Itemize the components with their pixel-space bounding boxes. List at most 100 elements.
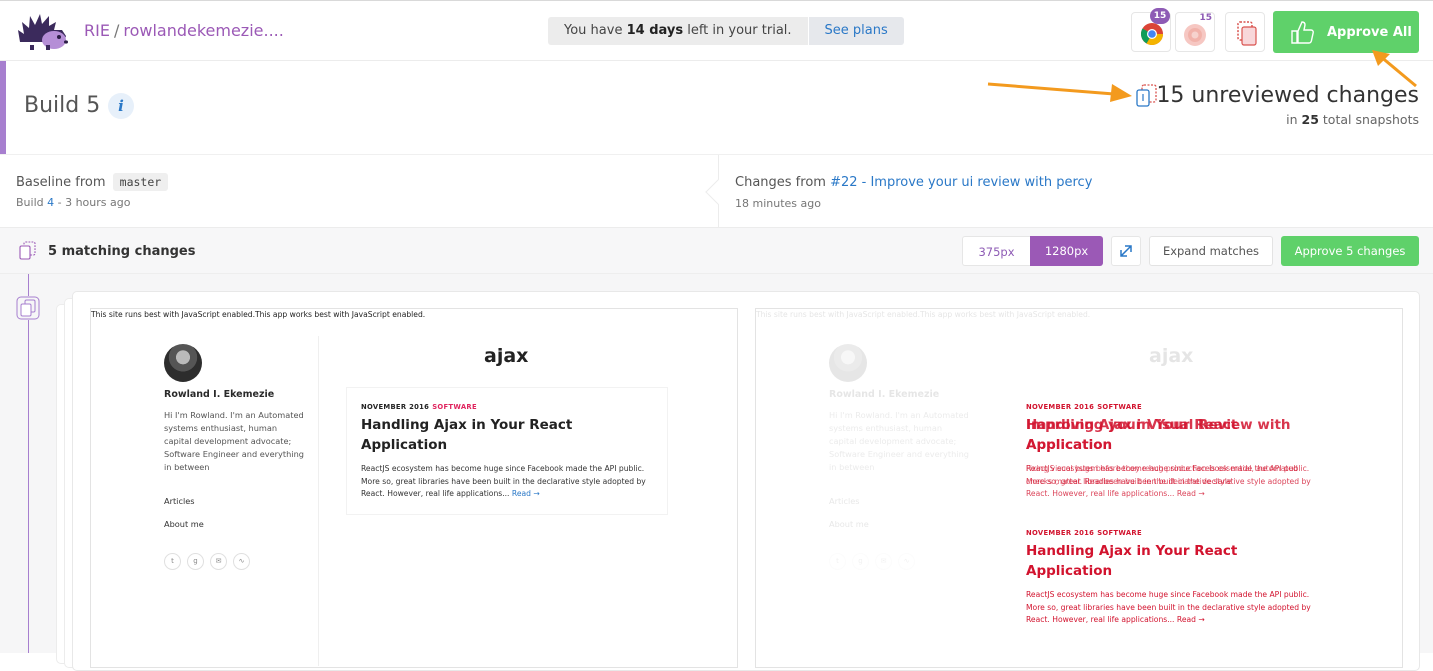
post-card: NOVEMBER 2016 SOFTWARE Handling Ajax in Y… [347, 388, 667, 514]
build-header: Build 5 i 15 unreviewed changes in 25 to… [0, 61, 1433, 155]
chrome-browser-button[interactable]: 15 [1131, 8, 1171, 52]
author-name: Rowland I. Ekemezie [829, 389, 940, 400]
read-more-link: Read → [511, 489, 540, 499]
snapshot-group-bar: 5 matching changes 375px 1280px Expand m… [0, 228, 1433, 274]
snapshot-group-icon [19, 241, 36, 260]
post-excerpt: ReactJS ecosystem has become huge since … [361, 463, 656, 501]
group-title[interactable]: 5 matching changes [48, 244, 195, 259]
site-title: ajax [1149, 345, 1194, 367]
twitter-icon: t [829, 553, 846, 570]
site-sidebar: Rowland I. Ekemezie Hi I'm Rowland. I'm … [91, 336, 319, 666]
diff-post-overlap: NOVEMBER 2016 SOFTWARE Handling Ajax in Y… [1012, 388, 1332, 514]
snap-suffix: total snapshots [1318, 112, 1419, 127]
chevron-right-icon [705, 179, 731, 205]
post-date: NOVEMBER 2016 [1026, 403, 1095, 411]
baseline-screenshot[interactable]: This site runs best with JavaScript enab… [90, 308, 738, 668]
changes-label: Changes from [735, 175, 826, 190]
trial-days: 14 days [626, 23, 684, 38]
read-more-link: Read → [1176, 615, 1205, 625]
trial-banner: You have 14 days left in your trial. See… [548, 17, 904, 45]
snapshot-stage: This site runs best with JavaScript enab… [0, 274, 1433, 671]
timeline-line [28, 274, 29, 653]
approve-changes-button[interactable]: Approve 5 changes [1281, 236, 1419, 266]
approve-all-label: Approve All [1327, 24, 1412, 40]
baseline-build-prefix: Build [16, 196, 48, 209]
post-meta: NOVEMBER 2016 SOFTWARE [1026, 403, 1142, 411]
thumbs-up-icon [1291, 21, 1314, 44]
see-plans-link[interactable]: See plans [807, 17, 904, 45]
rss-icon: ∿ [233, 553, 250, 570]
snap-prefix: in [1286, 112, 1302, 127]
post-meta: NOVEMBER 2016 SOFTWARE [1026, 529, 1142, 537]
trial-message: You have 14 days left in your trial. [548, 17, 808, 45]
info-icon[interactable]: i [108, 93, 134, 119]
expand-arrows-icon [1120, 245, 1132, 257]
post-date: NOVEMBER 2016 [1026, 529, 1095, 537]
breadcrumb-project[interactable]: rowlandekemezie.... [123, 21, 284, 40]
stacked-snapshots-icon [16, 296, 40, 320]
noscript-message: This site runs best with JavaScript enab… [756, 310, 1091, 319]
noscript-message: This site runs best with JavaScript enab… [91, 310, 426, 319]
read-more-link: Read → [1176, 489, 1205, 499]
post-date: NOVEMBER 2016 [361, 403, 430, 411]
social-links: t g ✉ ∿ [164, 553, 250, 570]
site-title: ajax [484, 345, 529, 367]
pull-request-link[interactable]: #22 - Improve your ui review with percy [830, 175, 1092, 190]
diff-post-added: NOVEMBER 2016 SOFTWARE Handling Ajax in Y… [1012, 514, 1332, 640]
breadcrumb: RIE / rowlandekemezie.... [84, 21, 284, 40]
social-links: t g ✉ ∿ [829, 553, 915, 570]
post-title: Handling Ajax in Your React Application [1026, 543, 1238, 579]
unreviewed-changes-count: 15 unreviewed changes [1156, 83, 1419, 108]
nav-about: About me [829, 519, 869, 529]
twitter-icon: t [164, 553, 181, 570]
diff-screenshot[interactable]: This site runs best with JavaScript enab… [755, 308, 1403, 668]
baseline-label: Baseline from [16, 175, 106, 190]
changes-time: 18 minutes ago [735, 197, 821, 210]
total-snapshots: in 25 total snapshots [1286, 112, 1419, 127]
build-title: Build 5 [24, 93, 101, 118]
width-1280-button[interactable]: 1280px [1030, 236, 1103, 266]
author-bio: Hi I'm Rowland. I'm an Automated systems… [164, 410, 304, 472]
post-excerpt-text: ReactJS ecosystem has become huge since … [361, 464, 646, 499]
baseline-branch: master [112, 173, 169, 191]
build-status-bar [0, 61, 6, 154]
nav-articles: Articles [829, 496, 860, 506]
annotation-arrow-icon [987, 82, 1132, 102]
author-bio: Hi I'm Rowland. I'm an Automated systems… [829, 410, 969, 472]
chrome-count-badge: 15 [1150, 8, 1170, 24]
width-375-button[interactable]: 375px [962, 236, 1030, 266]
breadcrumb-org[interactable]: RIE [84, 21, 110, 40]
post-excerpt-text: ReactJS ecosystem has become huge since … [1026, 590, 1311, 625]
expand-matches-button[interactable]: Expand matches [1149, 236, 1273, 266]
post-tag: SOFTWARE [1097, 529, 1142, 537]
email-icon: ✉ [875, 553, 892, 570]
post-meta: NOVEMBER 2016 SOFTWARE [361, 403, 477, 411]
changes-info: Changes from #22 - Improve your ui revie… [735, 175, 1092, 210]
post-title: Handling Ajax in Your React Application [361, 417, 573, 453]
avatar [164, 344, 202, 382]
unreviewed-snapshot-icon [1136, 84, 1157, 107]
snapshot-card[interactable]: This site runs best with JavaScript enab… [72, 291, 1420, 671]
diff-snapshot-icon [1237, 21, 1257, 46]
nav-about: About me [164, 519, 204, 529]
post-excerpt: ReactJS ecosystem has become huge since … [1026, 589, 1321, 627]
breadcrumb-separator: / [113, 21, 120, 40]
percy-hedgehog-logo[interactable] [16, 12, 68, 52]
diff-title-overlay: Improving your Visual Review with Applic… [1026, 417, 1291, 453]
baseline-line: Baseline from master [16, 173, 169, 191]
email-icon: ✉ [210, 553, 227, 570]
post-tag: SOFTWARE [1097, 403, 1142, 411]
rss-icon: ∿ [898, 553, 915, 570]
fullscreen-button[interactable] [1111, 236, 1141, 266]
diff-excerpt-overlay: Fixing visual bugs before they reach pro… [1026, 464, 1298, 486]
baseline-build-time: - 3 hours ago [54, 196, 131, 209]
github-icon: g [852, 553, 869, 570]
baseline-comparison-row: Baseline from master Build 4 - 3 hours a… [0, 155, 1433, 228]
site-sidebar: Rowland I. Ekemezie Hi I'm Rowland. I'm … [756, 336, 984, 666]
approve-all-button[interactable]: Approve All [1273, 11, 1419, 53]
top-bar: RIE / rowlandekemezie.... You have 14 days… [0, 0, 1433, 61]
github-icon: g [187, 553, 204, 570]
snapshot-toggle-button[interactable] [1225, 12, 1265, 52]
firefox-browser-button[interactable]: 15 [1175, 12, 1215, 52]
baseline-info: Baseline from master Build 4 - 3 hours a… [16, 173, 169, 209]
